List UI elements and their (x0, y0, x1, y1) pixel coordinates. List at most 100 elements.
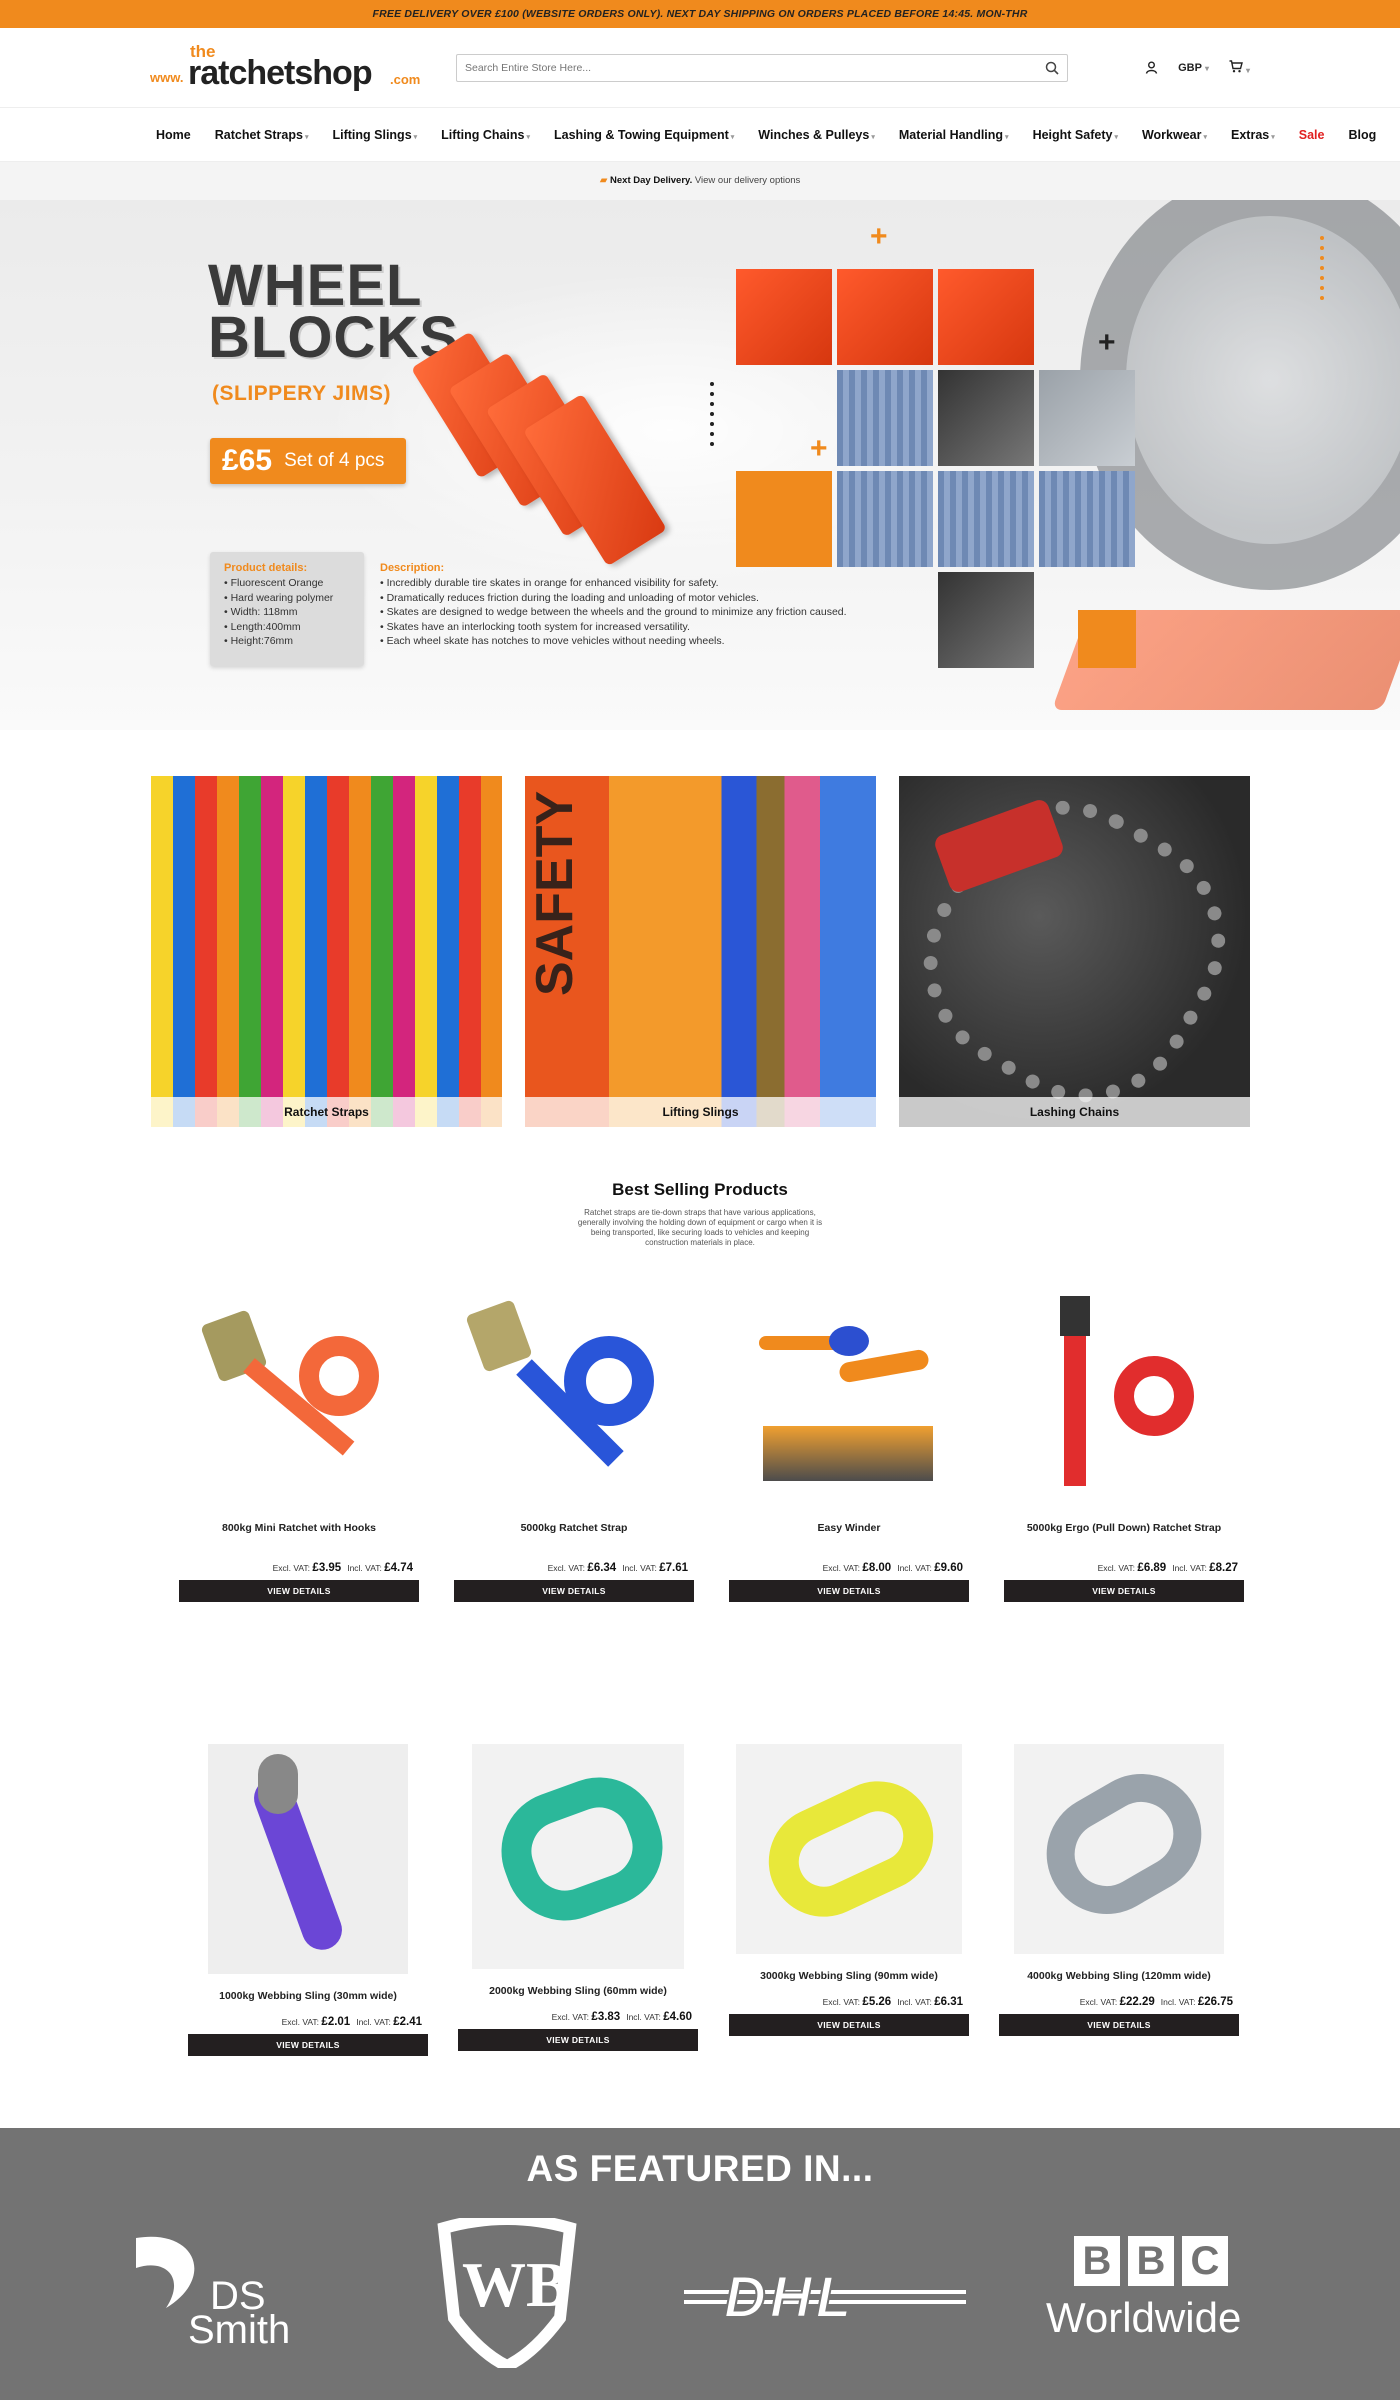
view-details-button[interactable]: VIEW DETAILS (454, 1580, 694, 1602)
nav-item-lashing-towing[interactable]: Lashing & Towing Equipment ▾ (554, 128, 734, 142)
gallery-tile (1039, 471, 1135, 567)
hero-subtitle: (SLIPPERY JIMS) (212, 382, 392, 405)
price-excl: £6.89 (1137, 1562, 1167, 1574)
chevron-down-icon: ▾ (1114, 133, 1118, 141)
view-details-button[interactable]: VIEW DETAILS (999, 2014, 1239, 2036)
chevron-down-icon: ▾ (413, 133, 418, 141)
product-image (736, 1744, 962, 1954)
currency-selector[interactable]: GBP ▾ (1178, 62, 1209, 74)
product-card[interactable]: 2000kg Webbing Sling (60mm wide) Excl. V… (458, 1744, 698, 2051)
category-label: Lashing Chains (899, 1097, 1250, 1127)
best-selling-description: Ratchet straps are tie-down straps that … (577, 1208, 823, 1247)
product-name: 5000kg Ratchet Strap (520, 1522, 628, 1534)
price-incl: £8.27 (1209, 1562, 1238, 1574)
product-details-box: Product details: Fluorescent Orange Hard… (210, 552, 364, 666)
gallery-tile (837, 471, 933, 567)
nav-item-blog[interactable]: Blog (1348, 128, 1376, 142)
nav-item-lifting-chains[interactable]: Lifting Chains ▾ (441, 128, 530, 142)
product-card[interactable]: 800kg Mini Ratchet with Hooks Excl. VAT:… (179, 1296, 419, 1602)
excl-label: Excl. VAT: (822, 1563, 861, 1573)
product-card[interactable]: 3000kg Webbing Sling (90mm wide) Excl. V… (729, 1744, 969, 2036)
gallery-tile (938, 471, 1034, 567)
nav-label: Height Safety (1032, 127, 1113, 142)
site-logo[interactable]: the www. ratchetshop .com (150, 38, 420, 98)
product-card[interactable]: 5000kg Ratchet Strap Excl. VAT: £6.34 Inc… (454, 1296, 694, 1602)
price-incl: £26.75 (1197, 1996, 1233, 2008)
view-details-button[interactable]: VIEW DETAILS (188, 2034, 428, 2056)
hero-banner[interactable]: WHEEL BLOCKS (SLIPPERY JIMS) £65 Set of … (0, 200, 1400, 730)
category-card-lashing-chains[interactable]: Lashing Chains (899, 776, 1250, 1127)
nav-item-winches-pulleys[interactable]: Winches & Pulleys ▾ (758, 128, 875, 142)
nav-item-lifting-slings[interactable]: Lifting Slings ▾ (332, 128, 417, 142)
price-excl: £3.83 (591, 2011, 621, 2023)
nav-item-workwear[interactable]: Workwear ▾ (1142, 128, 1207, 142)
incl-label: Incl. VAT: (622, 1563, 657, 1573)
delivery-strip[interactable]: ▰ Next Day Delivery. View our delivery o… (0, 162, 1400, 200)
product-prices: Excl. VAT: £6.34 Incl. VAT: £7.61 (454, 1562, 694, 1574)
promo-bar: FREE DELIVERY OVER £100 (WEBSITE ORDERS … (0, 0, 1400, 28)
category-card-lifting-slings[interactable]: SAFETY SLING Lifting Slings (525, 776, 876, 1127)
category-label: Ratchet Straps (151, 1097, 502, 1127)
product-name: Easy Winder (817, 1522, 881, 1534)
nav-item-ratchet-straps[interactable]: Ratchet Straps ▾ (215, 128, 309, 142)
chevron-down-icon: ▾ (304, 133, 309, 141)
gallery-tile (938, 370, 1034, 466)
price-incl: £4.60 (663, 2011, 692, 2023)
logo-com: .com (390, 71, 421, 87)
featured-title: AS FEATURED IN... (526, 2148, 874, 2189)
view-details-button[interactable]: VIEW DETAILS (458, 2029, 698, 2051)
main-nav: Home Ratchet Straps ▾ Lifting Slings ▾ Lif… (0, 108, 1400, 162)
chevron-down-icon: ▾ (526, 133, 531, 141)
cart-button[interactable]: ▾ (1229, 59, 1250, 76)
search-icon[interactable] (1045, 61, 1059, 75)
excl-label: Excl. VAT: (1079, 1997, 1118, 2007)
details-item: Hard wearing polymer (224, 591, 350, 606)
view-details-button[interactable]: VIEW DETAILS (729, 2014, 969, 2036)
nav-item-sale[interactable]: Sale (1299, 128, 1325, 142)
nav-label: Extras (1231, 127, 1270, 142)
description-item: Each wheel skate has notches to move veh… (380, 634, 900, 649)
featured-logos: DS Smith WB DHL B B C Worldwide (0, 2213, 1400, 2388)
category-card-ratchet-straps[interactable]: Ratchet Straps (151, 776, 502, 1127)
description-item: Skates have an interlocking tooth system… (380, 620, 900, 635)
product-card[interactable]: 4000kg Webbing Sling (120mm wide) Excl. … (999, 1744, 1239, 2036)
view-details-button[interactable]: VIEW DETAILS (729, 1580, 969, 1602)
hero-title-line2: BLOCKS (208, 305, 459, 370)
chevron-down-icon: ▾ (871, 133, 875, 141)
price-incl: £9.60 (934, 1562, 963, 1574)
chevron-down-icon: ▾ (1204, 63, 1209, 73)
nav-item-home[interactable]: Home (156, 128, 191, 142)
product-image (464, 1296, 684, 1506)
nav-item-extras[interactable]: Extras ▾ (1231, 128, 1275, 142)
product-name: 4000kg Webbing Sling (120mm wide) (1027, 1970, 1211, 1982)
chevron-down-icon: ▾ (1271, 133, 1275, 141)
bbc-b-letter: B (1128, 2236, 1174, 2286)
details-item: Fluorescent Orange (224, 576, 350, 591)
product-image (472, 1744, 684, 1969)
nav-item-height-safety[interactable]: Height Safety ▾ (1033, 128, 1118, 142)
dhl-logo: DHL (684, 2264, 966, 2331)
price-excl: £2.01 (321, 2016, 351, 2028)
nav-item-material-handling[interactable]: Material Handling ▾ (899, 128, 1009, 142)
delivery-bold: Next Day Delivery. (610, 175, 693, 186)
user-icon[interactable] (1145, 61, 1158, 74)
nav-label: Winches & Pulleys (758, 127, 870, 142)
dots-decoration (1320, 236, 1326, 306)
search-input[interactable] (465, 61, 1045, 74)
description-item: Skates are designed to wedge between the… (380, 605, 900, 620)
view-details-button[interactable]: VIEW DETAILS (1004, 1580, 1244, 1602)
product-prices: Excl. VAT: £2.01 Incl. VAT: £2.41 (188, 2016, 428, 2028)
category-label: Lifting Slings (525, 1097, 876, 1127)
price-excl: £5.26 (862, 1996, 892, 2008)
product-card[interactable]: Easy Winder Excl. VAT: £8.00 Incl. VAT: £… (729, 1296, 969, 1602)
product-card[interactable]: 1000kg Webbing Sling (30mm wide) Excl. V… (188, 1744, 428, 2056)
hero-price-note: Set of 4 pcs (284, 450, 385, 471)
category-grid: Ratchet Straps SAFETY SLING Lifting Slin… (151, 776, 1250, 1127)
product-card[interactable]: 5000kg Ergo (Pull Down) Ratchet Strap Ex… (1004, 1296, 1244, 1602)
view-details-button[interactable]: VIEW DETAILS (179, 1580, 419, 1602)
worldwide-text: Worldwide (1046, 2294, 1242, 2341)
dots-decoration (710, 382, 716, 452)
product-name: 3000kg Webbing Sling (90mm wide) (760, 1970, 938, 1982)
delivery-link: View our delivery options (692, 175, 801, 186)
description-item: Incredibly durable tire skates in orange… (380, 576, 900, 591)
